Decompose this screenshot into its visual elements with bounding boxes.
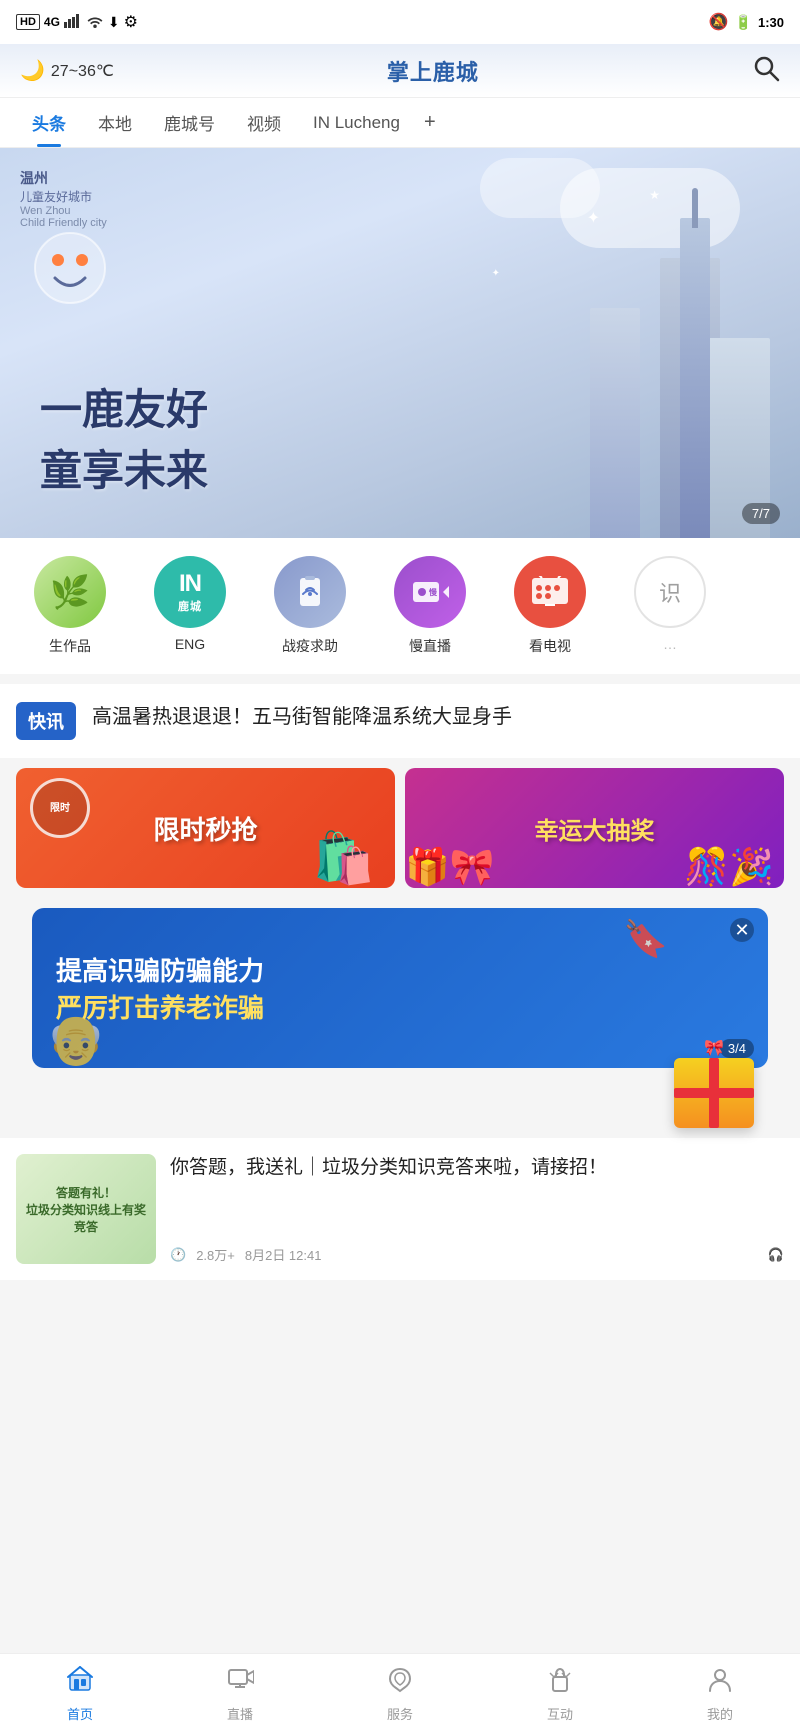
tab-video[interactable]: 视频 <box>231 98 297 147</box>
zhanyi-icon <box>274 556 346 628</box>
floating-gift: 🎀 <box>674 1038 754 1128</box>
spring-icon: 🌿 <box>34 556 106 628</box>
download-icon: ⬇ <box>108 14 120 31</box>
wifi-icon <box>86 14 104 31</box>
antifraid-figure-right: 🔖 <box>623 918 668 960</box>
app-header: 🌙 27~36℃ 掌上鹿城 <box>0 44 800 98</box>
banner-page-indicator: 7/7 <box>742 503 780 524</box>
star-decor3: ★ <box>649 188 660 202</box>
weather-display: 🌙 27~36℃ <box>20 58 114 83</box>
promo-flash-sale[interactable]: 限时 限时秒抢 🛍️ <box>16 768 395 888</box>
quick-access-row: 🌿 生作品 IN 鹿城 ENG 战疫求助 <box>0 538 800 674</box>
slowlive-icon: 慢 <box>394 556 466 628</box>
flash-sale-title: 限时秒抢 <box>153 810 257 847</box>
banner-smiley-icon <box>30 228 110 313</box>
article-title: 你答题，我送礼｜垃圾分类知识竞答来啦，请接招！ <box>170 1154 784 1183</box>
apps-icon: ⚙ <box>124 12 138 32</box>
article-date: 8月2日 12:41 <box>245 1245 322 1264</box>
temperature: 27~36℃ <box>51 61 114 81</box>
live-nav-icon <box>226 1665 254 1700</box>
service-nav-icon <box>386 1665 414 1700</box>
mute-icon: 🔕 <box>709 12 729 32</box>
nav-mine[interactable]: 我的 <box>680 1665 760 1723</box>
article-thumb-text: 答题有礼！ 垃圾分类知识线上有奖竞答 <box>16 1176 156 1243</box>
icon-in-eng[interactable]: IN 鹿城 ENG <box>130 556 250 652</box>
tab-inlucheng[interactable]: IN Lucheng <box>297 101 416 145</box>
article-thumbnail: 答题有礼！ 垃圾分类知识线上有奖竞答 <box>16 1154 156 1264</box>
icon-tv[interactable]: 看电视 <box>490 556 610 656</box>
tab-headlines[interactable]: 头条 <box>16 98 82 147</box>
bottom-navigation: 首页 直播 服务 <box>0 1653 800 1733</box>
status-left: HD 4G ⬇ ⚙ <box>16 12 138 32</box>
icon-slowlive[interactable]: 慢 慢直播 <box>370 556 490 656</box>
lucky-draw-title: 幸运大抽奖 <box>535 811 655 846</box>
add-tab-button[interactable]: + <box>416 99 444 146</box>
live-nav-label: 直播 <box>227 1704 253 1723</box>
interact-nav-icon <box>546 1665 574 1700</box>
lucky-gifts: 🎁🎀 <box>405 846 495 888</box>
clock-icon: 🕐 <box>170 1247 186 1263</box>
hero-banner[interactable]: 温州 儿童友好城市 Wen Zhou Child Friendly city ✦… <box>0 148 800 538</box>
home-nav-icon <box>66 1665 94 1700</box>
article-content: 你答题，我送礼｜垃圾分类知识竞答来啦，请接招！ 🕐 2.8万+ 8月2日 12:… <box>170 1154 784 1264</box>
interact-nav-label: 互动 <box>547 1704 573 1723</box>
clock: 1:30 <box>758 15 784 30</box>
mine-nav-icon <box>706 1665 734 1700</box>
news-quick-section[interactable]: 快讯 高温暑热退退退！五马街智能降温系统大显身手 <box>0 684 800 758</box>
promo-lucky-draw[interactable]: 🎁🎀 幸运大抽奖 🎊🎉 <box>405 768 784 888</box>
nav-interact[interactable]: 互动 <box>520 1665 600 1723</box>
tab-lucheng[interactable]: 鹿城号 <box>148 98 231 147</box>
home-nav-label: 首页 <box>67 1704 93 1723</box>
article-meta: 🕐 2.8万+ 8月2日 12:41 🎧 <box>170 1245 784 1264</box>
article-views: 2.8万+ <box>196 1245 235 1264</box>
star-decor2: ✦ <box>492 268 500 279</box>
tab-local[interactable]: 本地 <box>82 98 148 147</box>
flash-sale-badge: 限时 <box>30 778 90 838</box>
service-nav-label: 服务 <box>387 1704 413 1723</box>
hd-badge: HD <box>16 14 40 30</box>
icon-spring[interactable]: 🌿 生作品 <box>10 556 130 656</box>
in-eng-icon: IN 鹿城 <box>154 556 226 628</box>
svg-text:慢: 慢 <box>429 587 438 597</box>
tv-icon <box>514 556 586 628</box>
nav-service[interactable]: 服务 <box>360 1665 440 1723</box>
signal-4g: 4G <box>44 15 60 29</box>
nav-home[interactable]: 首页 <box>40 1665 120 1723</box>
icon-more[interactable]: 识 … <box>610 556 730 652</box>
promo-row: 限时 限时秒抢 🛍️ 🎁🎀 幸运大抽奖 🎊🎉 <box>0 758 800 898</box>
more-icon: 识 <box>634 556 706 628</box>
banner-logo: 温州 儿童友好城市 Wen Zhou Child Friendly city <box>20 168 107 229</box>
battery-icon: 🔋 <box>735 14 752 31</box>
status-bar: HD 4G ⬇ ⚙ 🔕 🔋 1:30 <box>0 0 800 44</box>
status-right: 🔕 🔋 1:30 <box>709 12 784 32</box>
moon-icon: 🌙 <box>20 58 45 83</box>
antifraid-banner[interactable]: 提高识骗防骗能力 严厉打击养老诈骗 👴 🔖 ✕ 3/4 <box>32 908 768 1068</box>
search-button[interactable] <box>752 54 780 87</box>
audio-icon: 🎧 <box>768 1247 784 1263</box>
news-quick-text: 高温暑热退退退！五马街智能降温系统大显身手 <box>92 702 784 732</box>
lucky-gifts-right: 🎊🎉 <box>684 846 774 888</box>
antifraid-close-button[interactable]: ✕ <box>730 918 754 942</box>
banner-text-block: 一鹿友好 童享未来 <box>40 376 208 498</box>
antifraid-figure-left: 👴 <box>46 1011 106 1068</box>
mine-nav-label: 我的 <box>707 1704 733 1723</box>
signal-bars <box>64 14 82 31</box>
icon-zhanyi[interactable]: 战疫求助 <box>250 556 370 656</box>
flash-sale-person: 🛍️ <box>313 829 375 888</box>
nav-tabs: 头条 本地 鹿城号 视频 IN Lucheng + <box>0 98 800 148</box>
kuaixun-badge: 快讯 <box>16 702 76 740</box>
article-card[interactable]: 答题有礼！ 垃圾分类知识线上有奖竞答 你答题，我送礼｜垃圾分类知识竞答来啦，请接… <box>0 1138 800 1280</box>
star-decor: ✦ <box>587 208 600 228</box>
antifraid-section: 提高识骗防骗能力 严厉打击养老诈骗 👴 🔖 ✕ 3/4 🎀 <box>16 908 784 1068</box>
app-title: 掌上鹿城 <box>387 55 479 87</box>
search-icon <box>752 54 780 82</box>
banner-buildings <box>420 178 800 538</box>
nav-live[interactable]: 直播 <box>200 1665 280 1723</box>
